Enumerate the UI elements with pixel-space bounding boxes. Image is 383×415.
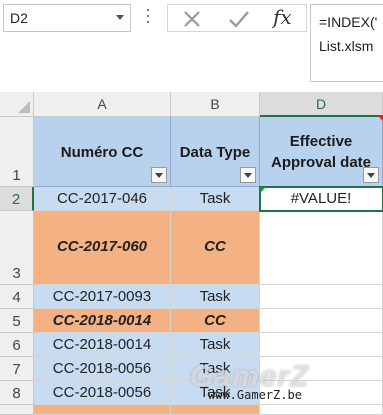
header-cell-effective-approval-date[interactable]: Effective Approval date: [260, 117, 383, 187]
formula-buttons: fx: [167, 4, 307, 32]
filter-dropdown-icon[interactable]: [240, 167, 256, 183]
header-label: Data Type: [179, 144, 251, 161]
row-header-7[interactable]: 7: [0, 357, 34, 381]
row-header-2[interactable]: 2: [0, 187, 34, 211]
cell-d5[interactable]: [260, 309, 383, 333]
header-cell-data-type[interactable]: Data Type: [171, 117, 260, 187]
column-header-a[interactable]: A: [34, 92, 171, 117]
formula-input[interactable]: =INDEX(' List.xlsm: [310, 4, 383, 82]
row-header-3[interactable]: 3: [0, 211, 34, 285]
cancel-button[interactable]: [172, 5, 210, 31]
cell-b6[interactable]: Task: [171, 333, 260, 357]
check-icon: [229, 11, 249, 28]
cell-d2[interactable]: #VALUE!: [260, 187, 383, 211]
row-header-8[interactable]: 8: [0, 381, 34, 405]
name-box-value: D2: [10, 10, 28, 26]
cell-a3[interactable]: CC-2017-060: [34, 211, 171, 285]
error-indicator-icon[interactable]: [260, 187, 266, 193]
x-icon: [184, 11, 200, 27]
cell-a5[interactable]: CC-2018-0014: [34, 309, 171, 333]
header-label-line1: Effective: [289, 133, 353, 150]
comment-indicator-icon[interactable]: [377, 115, 383, 121]
column-header-b[interactable]: B: [171, 92, 260, 117]
row-header-9[interactable]: [0, 405, 34, 415]
cell-b9[interactable]: [171, 405, 260, 415]
insert-function-button[interactable]: fx: [264, 5, 302, 31]
cell-a2[interactable]: CC-2017-046: [34, 187, 171, 211]
row-header-6[interactable]: 6: [0, 333, 34, 357]
chevron-down-icon[interactable]: [116, 15, 124, 20]
cell-d3[interactable]: [260, 211, 383, 285]
cell-a9[interactable]: [34, 405, 171, 415]
formula-text-line1: =INDEX(': [319, 14, 378, 30]
cell-d6[interactable]: [260, 333, 383, 357]
cell-a7[interactable]: CC-2018-0056: [34, 357, 171, 381]
row-header-4[interactable]: 4: [0, 285, 34, 309]
cell-b2[interactable]: Task: [171, 187, 260, 211]
cell-b3[interactable]: CC: [171, 211, 260, 285]
header-cell-numero-cc[interactable]: Numéro CC: [34, 117, 171, 187]
fx-icon: fx: [273, 5, 292, 29]
row-header-1[interactable]: 1: [0, 117, 34, 187]
cell-a6[interactable]: CC-2018-0014: [34, 333, 171, 357]
more-options-icon[interactable]: [146, 9, 150, 25]
watermark-url: www.GamerZ.be: [208, 388, 302, 402]
cell-d9[interactable]: [260, 405, 383, 415]
cell-d4[interactable]: [260, 285, 383, 309]
formula-text-line2: List.xlsm: [319, 38, 374, 54]
name-box[interactable]: D2: [3, 4, 131, 32]
cell-a8[interactable]: CC-2018-0056: [34, 381, 171, 405]
filter-dropdown-icon[interactable]: [363, 167, 379, 183]
row-header-5[interactable]: 5: [0, 309, 34, 333]
cell-b5[interactable]: CC: [171, 309, 260, 333]
header-label: Numéro CC: [60, 144, 144, 161]
column-header-d[interactable]: D: [260, 92, 383, 117]
filter-dropdown-icon[interactable]: [151, 167, 167, 183]
cell-a4[interactable]: CC-2017-0093: [34, 285, 171, 309]
enter-button[interactable]: [218, 5, 256, 31]
cell-b4[interactable]: Task: [171, 285, 260, 309]
formula-bar-area: D2 fx =INDEX(' List.xlsm: [0, 0, 383, 92]
select-all-button[interactable]: [0, 92, 34, 117]
